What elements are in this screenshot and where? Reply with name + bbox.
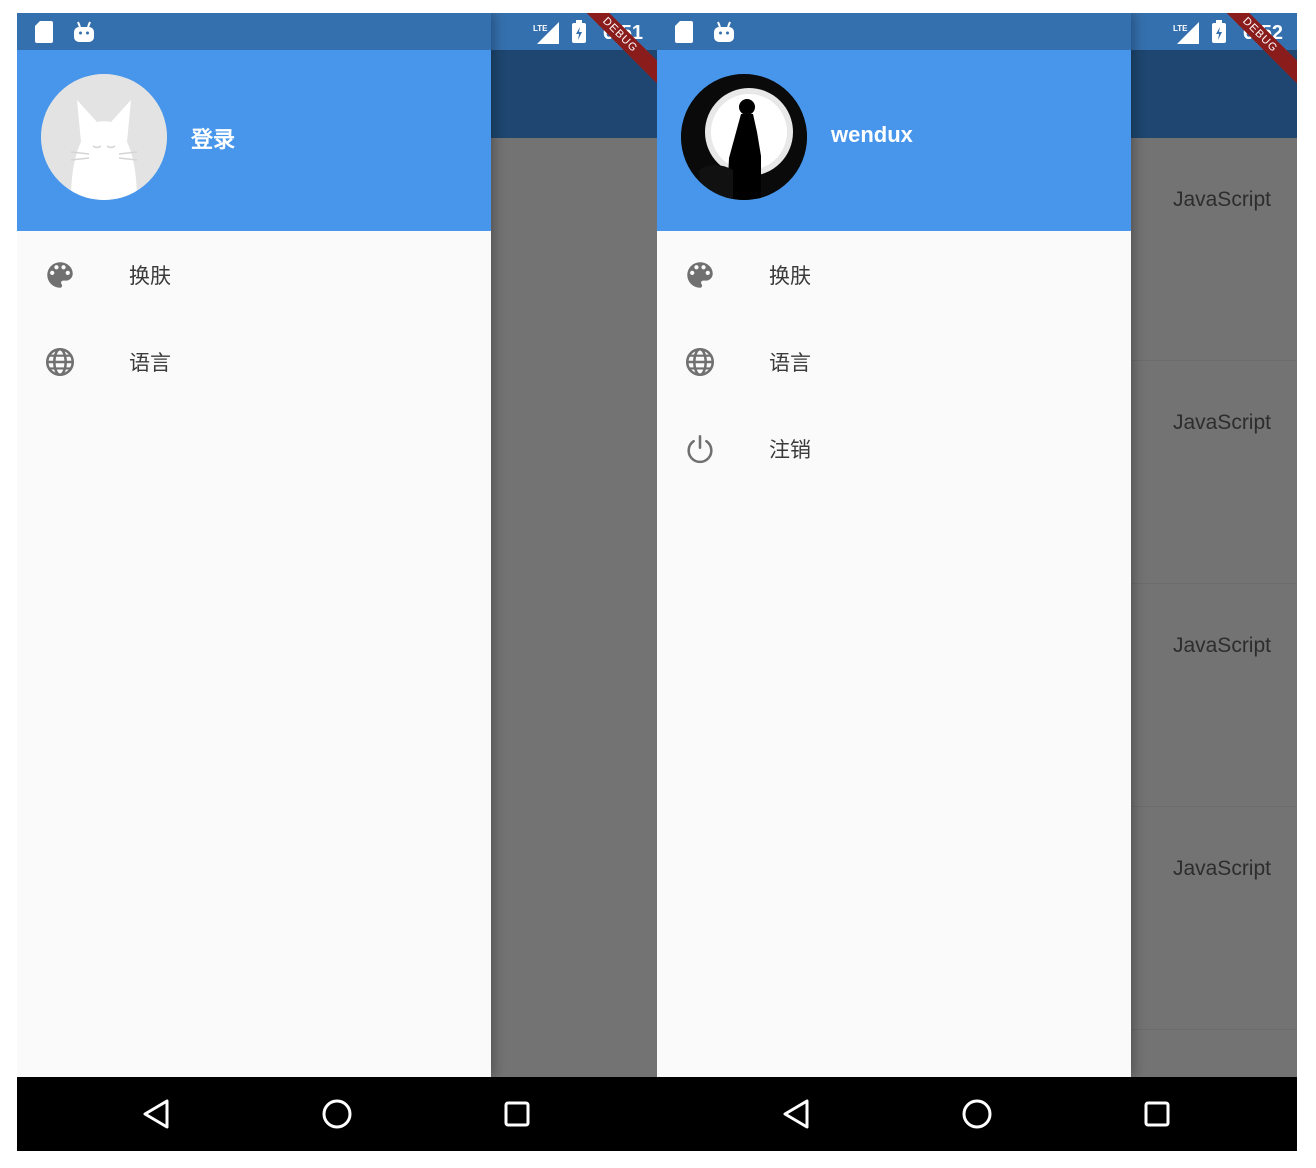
menu-item-language[interactable]: 语言 — [657, 318, 1131, 404]
android-icon — [74, 21, 94, 42]
svg-text:LTE: LTE — [1173, 24, 1188, 33]
menu-item-language[interactable]: 语言 — [17, 318, 491, 404]
repo-language: JavaScript — [1172, 411, 1271, 434]
drawer-header[interactable]: wendux — [657, 50, 1131, 231]
user-name[interactable]: wendux — [831, 122, 913, 148]
power-icon — [687, 434, 713, 464]
repo-language: JavaScript — [1172, 634, 1271, 657]
menu-label-language: 语言 — [769, 352, 811, 375]
android-icon — [714, 21, 734, 42]
signal-icon: LTE — [1173, 22, 1199, 44]
battery-icon — [572, 20, 586, 43]
menu-item-theme[interactable]: 换肤 — [17, 231, 491, 317]
back-icon[interactable] — [137, 1095, 175, 1133]
default-avatar[interactable] — [41, 74, 167, 200]
globe-icon — [685, 347, 715, 377]
signal-icon: LTE — [533, 22, 559, 44]
system-nav-bar — [657, 1077, 1297, 1151]
drawer-status-bar — [657, 13, 1131, 50]
palette-icon — [687, 262, 713, 288]
menu-label-theme: 换肤 — [129, 265, 171, 288]
repo-language: JavaScript — [1172, 857, 1271, 880]
user-avatar[interactable] — [681, 74, 807, 200]
login-label[interactable]: 登录 — [191, 122, 235, 154]
home-icon[interactable] — [958, 1095, 996, 1133]
cat-avatar-icon — [41, 74, 167, 200]
phone-screen-left: LTE 6:51 登录 — [17, 13, 657, 1151]
menu-label-language: 语言 — [129, 352, 171, 375]
silhouette-avatar-icon — [681, 74, 807, 200]
menu-item-logout[interactable]: 注销 — [657, 405, 1131, 491]
svg-text:LTE: LTE — [533, 24, 548, 33]
home-icon[interactable] — [318, 1095, 356, 1133]
menu-item-theme[interactable]: 换肤 — [657, 231, 1131, 317]
battery-icon — [1212, 20, 1226, 43]
repo-language: JavaScript — [1172, 188, 1271, 211]
sd-card-icon — [35, 21, 53, 43]
recents-icon[interactable] — [1138, 1095, 1176, 1133]
palette-icon — [47, 262, 73, 288]
system-nav-bar — [17, 1077, 657, 1151]
drawer-header[interactable]: 登录 — [17, 50, 491, 231]
drawer-status-bar — [17, 13, 491, 50]
globe-icon — [45, 347, 75, 377]
menu-label-theme: 换肤 — [769, 265, 811, 288]
recents-icon[interactable] — [498, 1095, 536, 1133]
navigation-drawer: 登录 换肤 语言 — [17, 13, 491, 1077]
menu-label-logout: 注销 — [769, 439, 811, 462]
back-icon[interactable] — [777, 1095, 815, 1133]
phone-screen-right: LTE 6:52 JavaScript JavaScript JavaScrip… — [657, 13, 1297, 1151]
sd-card-icon — [675, 21, 693, 43]
navigation-drawer: wendux 换肤 语言 注销 — [657, 13, 1131, 1077]
